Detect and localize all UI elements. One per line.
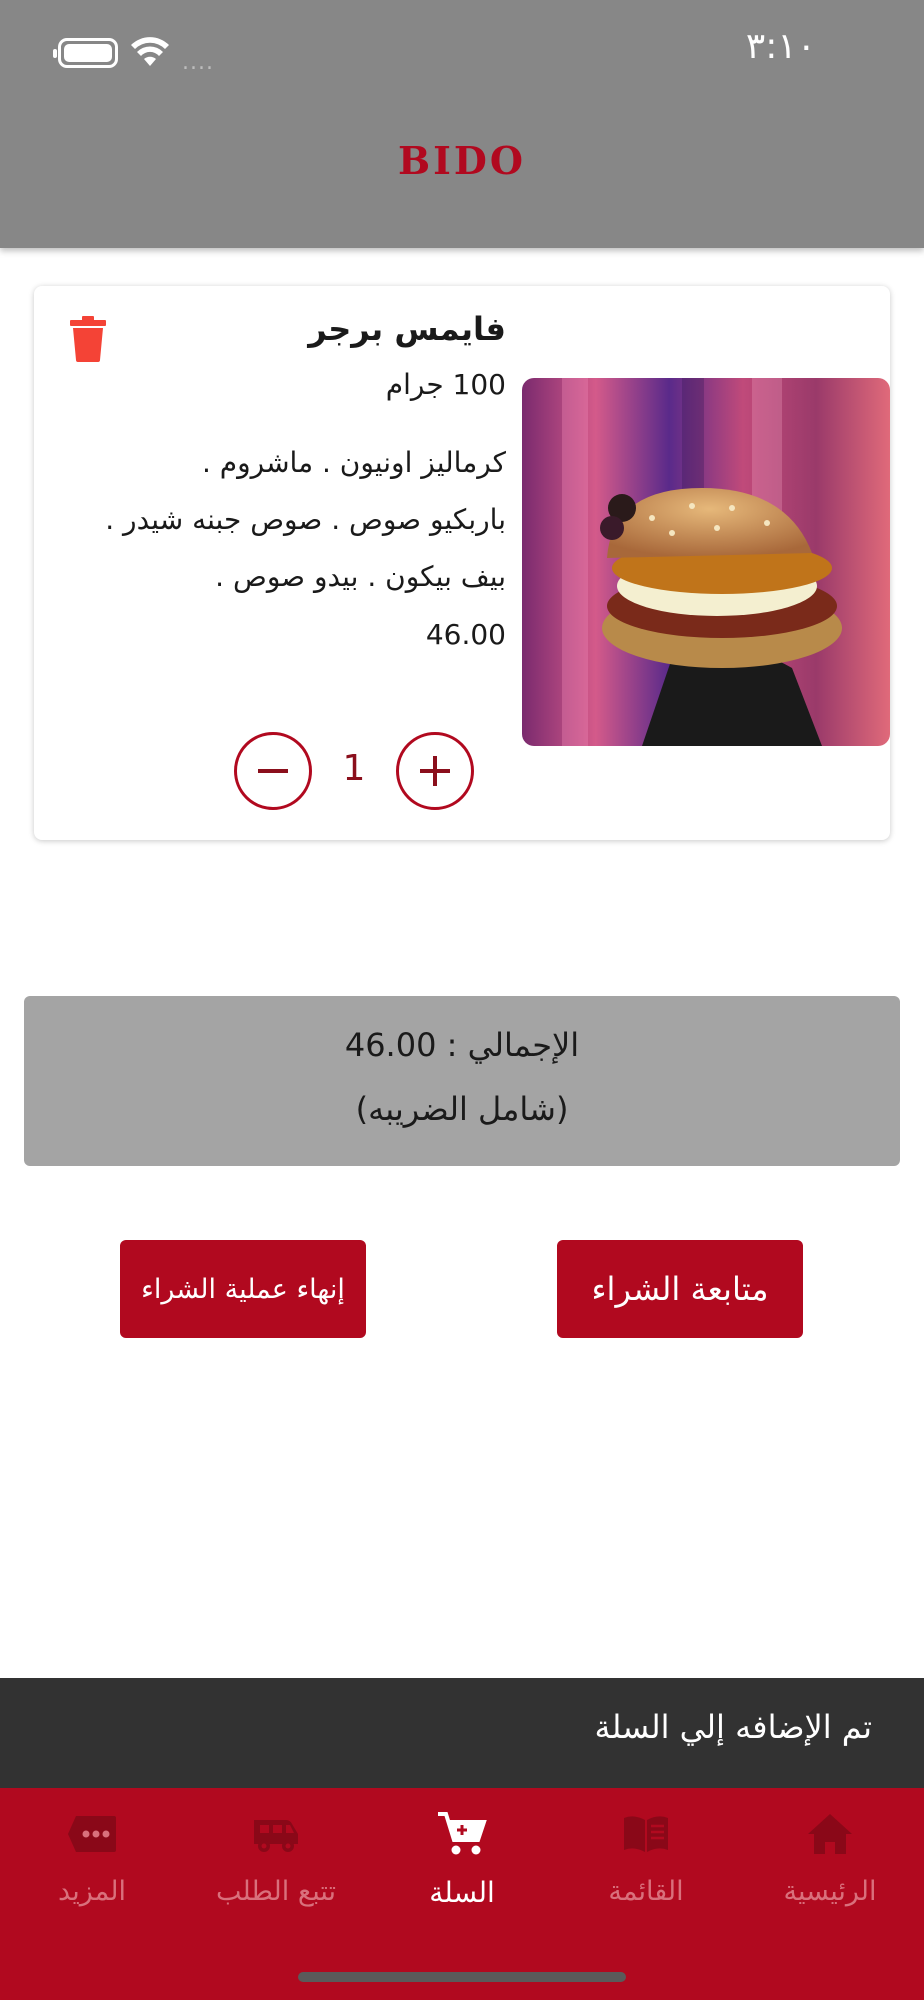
app-header: .... ٣:١٠ BIDO: [0, 0, 924, 248]
increase-quantity-button[interactable]: [396, 732, 474, 810]
nav-item-more[interactable]: المزيد: [0, 1806, 184, 1926]
item-price: 46.00: [425, 618, 506, 651]
more-icon: [68, 1816, 116, 1852]
status-time: ٣:١٠: [745, 26, 816, 67]
nav-item-track-order[interactable]: تتبع الطلب: [184, 1806, 368, 1926]
home-indicator[interactable]: [298, 1972, 626, 1982]
item-description-line: باربكيو صوص . صوص جبنه شيدر .: [105, 503, 506, 536]
snackbar-message: تم الإضافه إلي السلة: [594, 1708, 872, 1746]
menu-book-icon: [624, 1816, 668, 1852]
cart-icon: [438, 1812, 487, 1855]
nav-label-home: الرئيسية: [783, 1876, 877, 1907]
trash-icon[interactable]: [68, 316, 108, 362]
nav-item-cart[interactable]: السلة: [370, 1806, 554, 1926]
nav-label-track-order: تتبع الطلب: [215, 1876, 337, 1907]
battery-icon: [53, 38, 118, 68]
item-weight: 100 جرام: [385, 368, 506, 401]
nav-label-cart: السلة: [429, 1876, 495, 1909]
cart-item-card: فايمس برجر 100 جرام كرماليز اونيون . ماش…: [34, 286, 890, 840]
wifi-icon: [131, 37, 169, 66]
item-description-line: بيف بيكون . بيدو صوص .: [215, 560, 506, 593]
finish-purchase-button[interactable]: إنهاء عملية الشراء: [120, 1240, 366, 1338]
nav-label-menu: القائمة: [608, 1876, 684, 1907]
brand-logo: BIDO: [398, 138, 526, 183]
order-total: الإجمالي : 46.00: [344, 1026, 580, 1064]
continue-shopping-button[interactable]: متابعة الشراء: [557, 1240, 803, 1338]
decrease-quantity-button[interactable]: [234, 732, 312, 810]
nav-label-more: المزيد: [58, 1876, 126, 1907]
plus-icon: [420, 756, 450, 786]
item-name: فايمس برجر: [308, 310, 506, 348]
nav-item-home[interactable]: الرئيسية: [738, 1806, 922, 1926]
signal-icon: ....: [182, 50, 214, 75]
home-icon: [808, 1814, 852, 1854]
snackbar: تم الإضافه إلي السلة: [0, 1678, 924, 1788]
burger-image: [522, 378, 890, 746]
minus-icon: [258, 769, 288, 773]
item-description: كرماليز اونيون . ماشروم . باربكيو صوص . …: [66, 434, 506, 605]
quantity-value: 1: [342, 748, 366, 789]
item-description-line: كرماليز اونيون . ماشروم .: [201, 446, 506, 479]
tax-note: (شامل الضريبه): [355, 1090, 569, 1128]
bottom-navigation: المزيد تتبع الطلب السلة القائمة الرئيسية: [0, 1788, 924, 2000]
nav-item-menu[interactable]: القائمة: [554, 1806, 738, 1926]
truck-icon: [254, 1820, 298, 1852]
order-total-panel: الإجمالي : 46.00 (شامل الضريبه): [24, 996, 900, 1166]
